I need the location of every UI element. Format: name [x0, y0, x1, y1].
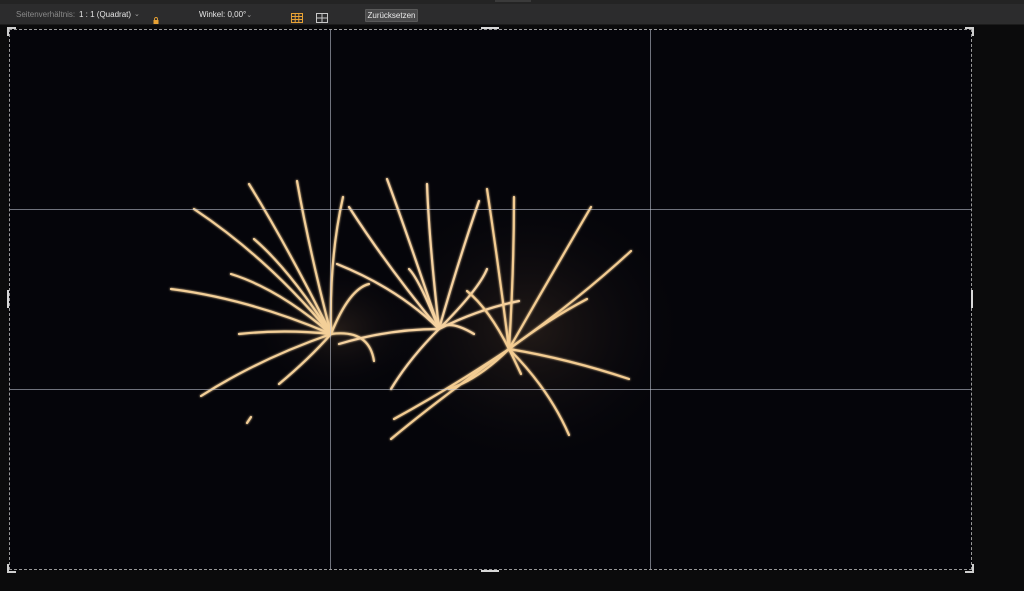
crop-toolbar: Seitenverhältnis: 1 : 1 (Quadrat) ⌄ Wink…: [0, 4, 1024, 25]
crop-corner-handle[interactable]: [7, 27, 16, 36]
top-strip-handle: [495, 0, 531, 2]
crop-edge-handle-top[interactable]: [481, 27, 499, 29]
crop-corner-handle[interactable]: [7, 564, 16, 573]
smoke-cloud: [259, 269, 419, 389]
aspect-ratio-select[interactable]: 1 : 1 (Quadrat): [79, 4, 131, 25]
crop-edge-handle-bottom[interactable]: [481, 570, 499, 572]
grid-line-vertical: [330, 29, 331, 570]
angle-value[interactable]: 0,00°: [227, 10, 246, 19]
angle-label: Winkel:: [199, 10, 226, 19]
chevron-down-icon[interactable]: ⌄: [246, 12, 252, 19]
aspect-ratio-label: Seitenverhältnis:: [16, 10, 76, 19]
crop-edge-handle-right[interactable]: [971, 290, 973, 308]
reset-button[interactable]: Zurücksetzen: [365, 9, 418, 22]
guides-icon[interactable]: [316, 10, 328, 23]
lock-icon[interactable]: [153, 11, 159, 24]
angle-field[interactable]: Winkel: 0,00°⌄: [199, 4, 252, 25]
grid-line-vertical: [650, 29, 651, 570]
grid-line-horizontal: [9, 389, 972, 390]
chevron-down-icon[interactable]: ⌄: [134, 4, 140, 25]
crop-corner-handle[interactable]: [965, 27, 974, 36]
photo-canvas[interactable]: [9, 29, 972, 570]
grid-line-horizontal: [9, 209, 972, 210]
crop-corner-handle[interactable]: [965, 564, 974, 573]
fireworks-photo: [9, 29, 972, 570]
crop-edge-handle-left[interactable]: [7, 290, 9, 308]
grid-icon[interactable]: [291, 10, 303, 23]
